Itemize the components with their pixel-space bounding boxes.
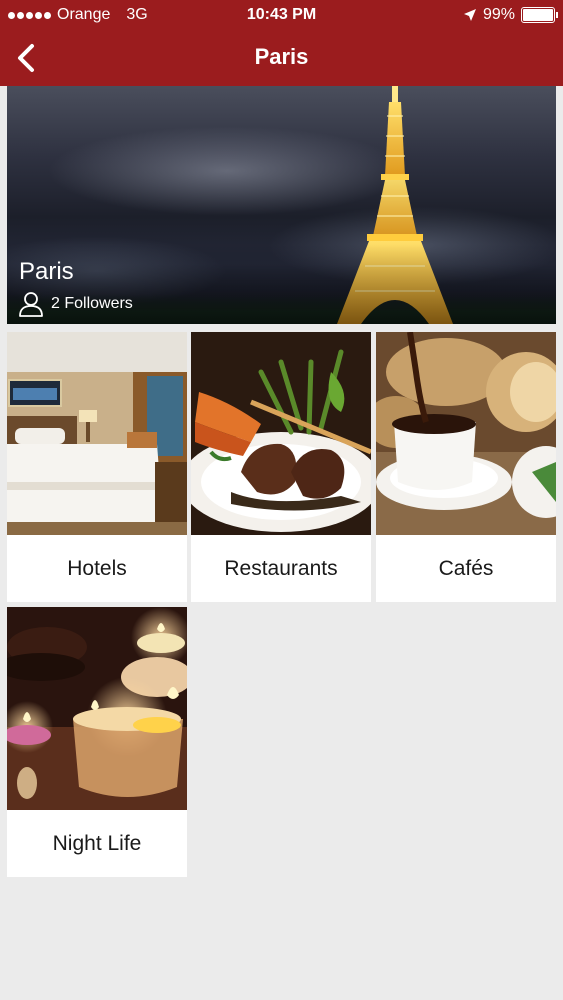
category-tile-hotels[interactable]: Hotels: [7, 332, 187, 602]
page-title: Paris: [254, 44, 309, 69]
restaurant-dish-image: [191, 332, 371, 535]
top-bar: Orange 3G 10:43 PM 99% Paris: [0, 0, 563, 86]
status-bar: Orange 3G 10:43 PM 99%: [0, 0, 563, 30]
city-hero-banner[interactable]: Paris 2 Followers: [7, 86, 556, 324]
battery-icon: [521, 7, 558, 23]
cafe-coffee-image: [376, 332, 556, 535]
person-icon: [19, 292, 43, 317]
city-name: Paris: [19, 258, 74, 285]
category-tile-night-life[interactable]: Night Life: [7, 607, 187, 877]
location-arrow-icon: [463, 9, 476, 21]
battery-percent: 99%: [482, 6, 515, 23]
category-label: Cafés: [438, 557, 494, 580]
followers-button[interactable]: 2 Followers: [17, 290, 133, 318]
followers-count: 2 Followers: [51, 295, 133, 312]
category-label: Restaurants: [224, 557, 338, 580]
category-tile-cafes[interactable]: Cafés: [376, 332, 556, 602]
night-life-candles-image: [7, 607, 187, 810]
status-right: 99%: [463, 0, 558, 30]
category-tile-restaurants[interactable]: Restaurants: [191, 332, 371, 602]
hotel-room-image: [7, 332, 187, 535]
category-label: Hotels: [67, 557, 127, 580]
navigation-bar: Paris: [0, 30, 563, 86]
category-label: Night Life: [52, 832, 142, 855]
